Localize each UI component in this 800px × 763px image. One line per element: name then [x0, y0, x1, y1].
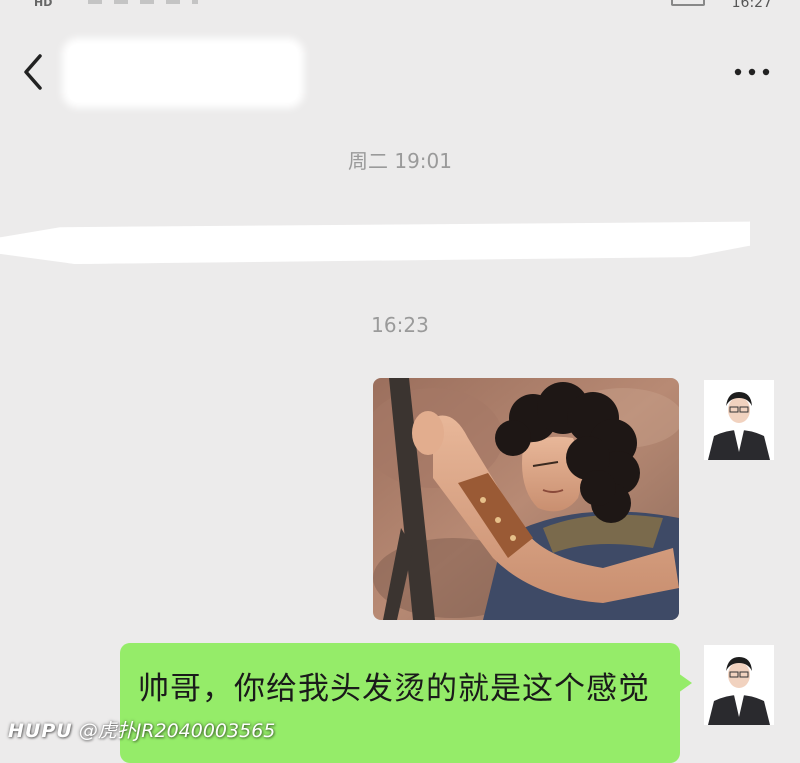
back-chevron-icon[interactable]	[20, 52, 50, 92]
watermark: HUPU @虎扑JR2040003565	[8, 716, 275, 743]
status-time: 16:27	[731, 0, 772, 11]
user-avatar[interactable]	[704, 380, 774, 460]
message-timestamp: 周二 19:01	[348, 149, 452, 173]
signal-icon	[88, 0, 198, 4]
user-avatar[interactable]	[704, 645, 774, 725]
sent-text-message[interactable]: 帅哥，你给我头发烫的就是这个感觉	[120, 643, 692, 763]
image-message[interactable]	[373, 378, 679, 620]
hd-indicator: HD	[34, 0, 53, 9]
redacted-chat-name	[68, 44, 298, 102]
battery-icon	[671, 0, 705, 6]
message-text: 帅哥，你给我头发烫的就是这个感觉	[138, 671, 650, 707]
watermark-handle: @虎扑JR2040003565	[78, 720, 276, 742]
chat-header	[0, 40, 800, 110]
avatar-image	[704, 645, 774, 725]
more-dots-icon[interactable]	[732, 64, 772, 78]
message-timestamp: 16:23	[371, 313, 429, 337]
redacted-message	[0, 221, 750, 264]
status-bar: HD 16:27	[0, 0, 800, 16]
watermark-brand: HUPU	[8, 720, 73, 742]
avatar-image	[704, 380, 774, 460]
anime-character-image	[373, 378, 679, 620]
